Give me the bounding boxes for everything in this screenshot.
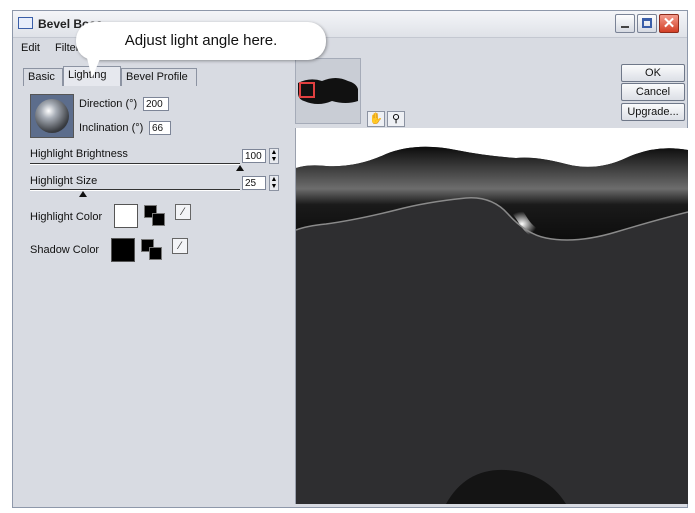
shadow-color-swatch[interactable] xyxy=(111,238,135,262)
tab-bevel-profile[interactable]: Bevel Profile xyxy=(121,68,197,86)
highlight-color-presets-icon[interactable] xyxy=(144,205,166,227)
tab-basic[interactable]: Basic xyxy=(23,68,63,86)
highlight-size-input[interactable]: 25 xyxy=(242,176,266,190)
navigator-preview xyxy=(296,59,360,123)
highlight-brightness-track[interactable] xyxy=(30,163,240,165)
zoom-icon[interactable]: ⚲ xyxy=(387,111,405,127)
shadow-color-label: Shadow Color xyxy=(30,244,100,256)
tutorial-callout: Adjust light angle here. xyxy=(76,22,326,60)
highlight-size-label: Highlight Size xyxy=(30,175,98,187)
close-icon: ✕ xyxy=(662,15,676,32)
hand-icon[interactable]: ✋ xyxy=(367,111,385,127)
ok-button[interactable]: OK xyxy=(621,64,685,82)
menu-edit[interactable]: Edit xyxy=(21,42,40,54)
highlight-size-thumb[interactable] xyxy=(78,191,87,197)
highlight-brightness-spinner[interactable]: ▲ ▼ xyxy=(269,148,279,164)
cancel-button[interactable]: Cancel xyxy=(621,83,685,101)
upgrade-button[interactable]: Upgrade... xyxy=(621,103,685,121)
highlight-color-label: Highlight Color xyxy=(30,211,103,223)
light-sphere-icon xyxy=(35,99,69,133)
direction-input[interactable]: 200 xyxy=(143,97,169,111)
callout-text: Adjust light angle here. xyxy=(124,32,278,49)
maximize-button[interactable] xyxy=(637,14,657,33)
close-button[interactable]: ✕ xyxy=(659,14,679,33)
bevel-preview-canvas[interactable] xyxy=(295,128,688,504)
highlight-brightness-label: Highlight Brightness xyxy=(30,148,128,160)
inclination-input[interactable]: 66 xyxy=(149,121,171,135)
maximize-icon xyxy=(642,18,652,28)
shadow-eyedropper-icon[interactable]: ⁄ xyxy=(172,238,188,254)
direction-label: Direction (°) xyxy=(79,98,138,110)
highlight-brightness-input[interactable]: 100 xyxy=(242,149,266,163)
navigator-thumbnail[interactable] xyxy=(295,58,361,124)
bevel-dialog-window: Bevel Boss ✕ Edit Filter Basic Lighting … xyxy=(12,10,688,508)
callout-pointer xyxy=(86,54,102,78)
light-direction-sphere[interactable] xyxy=(30,94,74,138)
minimize-button[interactable] xyxy=(615,14,635,33)
preview-image xyxy=(296,128,688,504)
highlight-brightness-thumb[interactable] xyxy=(236,165,244,171)
shadow-color-presets-icon[interactable] xyxy=(141,239,163,261)
highlight-color-swatch[interactable] xyxy=(114,204,138,228)
app-icon xyxy=(18,17,33,29)
minimize-icon xyxy=(621,26,629,28)
highlight-size-track[interactable] xyxy=(30,189,240,191)
highlight-eyedropper-icon[interactable]: ⁄ xyxy=(175,204,191,220)
inclination-label: Inclination (°) xyxy=(79,122,144,134)
highlight-size-spinner[interactable]: ▲ ▼ xyxy=(269,175,279,191)
